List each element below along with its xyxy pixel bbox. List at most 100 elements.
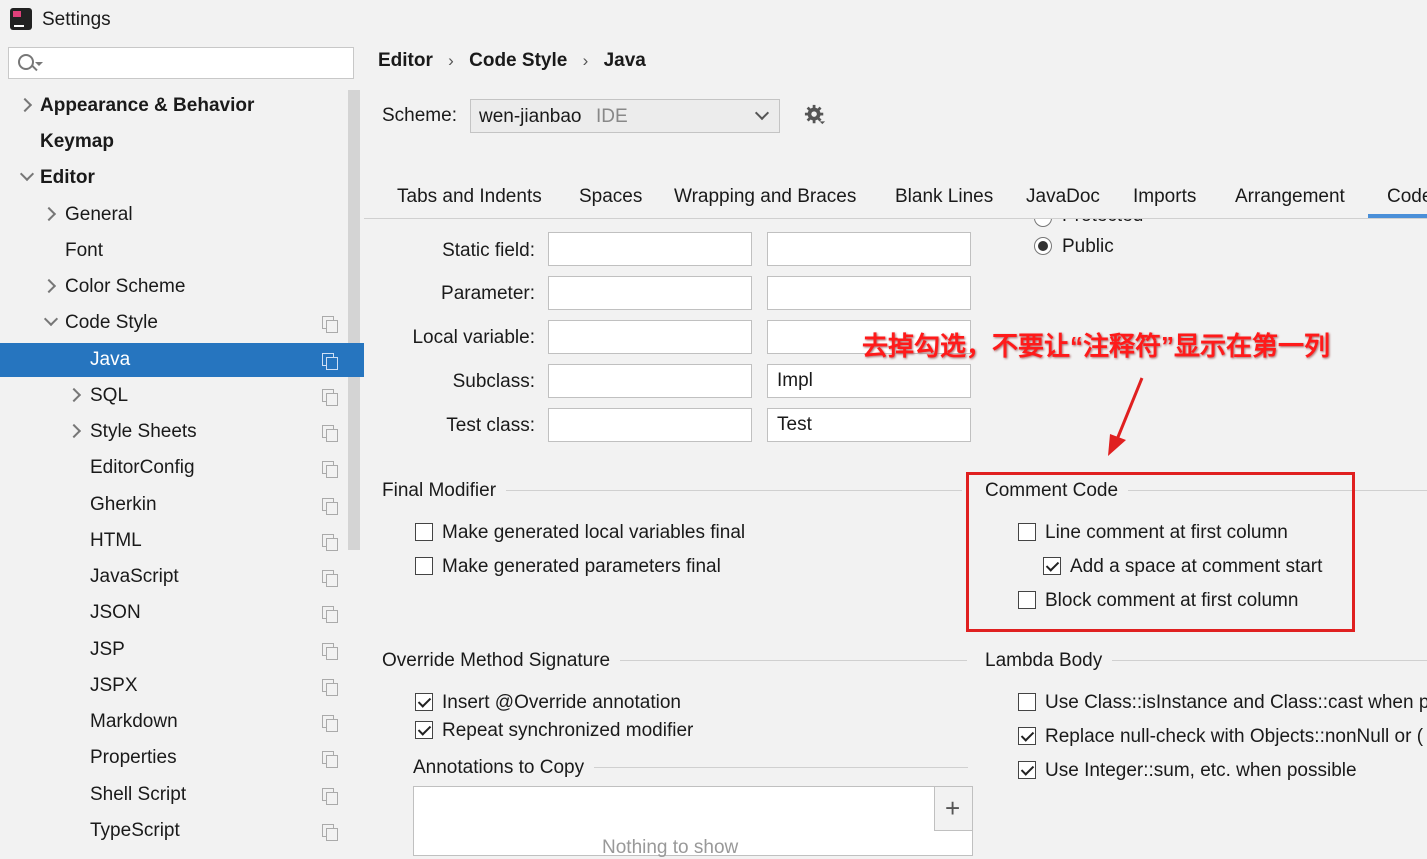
tab-tabs-and-indents[interactable]: Tabs and Indents (397, 186, 542, 208)
final-local-variables-checkbox[interactable] (415, 523, 433, 541)
sidebar-item-editorconfig[interactable]: EditorConfig (0, 451, 348, 485)
add-icon[interactable]: + (945, 793, 960, 823)
sidebar-item-appearance-behavior[interactable]: Appearance & Behavior (0, 89, 348, 123)
scheme-name: wen-jianbao (479, 106, 582, 127)
project-scope-icon (322, 389, 338, 406)
use-integer-sum-label[interactable]: Use Integer::sum, etc. when possible (1045, 760, 1357, 782)
active-tab-indicator (1368, 214, 1427, 218)
final-local-variables-label[interactable]: Make generated local variables final (442, 522, 745, 544)
lambda-body-title: Lambda Body (985, 650, 1113, 672)
project-scope-icon (322, 353, 338, 370)
annotation-highlight-box (966, 472, 1355, 632)
sidebar-item-label: JSPX (90, 675, 138, 696)
tab-spaces[interactable]: Spaces (579, 186, 642, 208)
chevron-down-icon[interactable] (43, 311, 59, 327)
tab-code-generation[interactable]: Code (1387, 186, 1427, 208)
sidebar-item-jsp[interactable]: JSP (0, 633, 348, 667)
sidebar-item-label: TypeScript (90, 820, 180, 841)
test-class-suffix-input[interactable]: Test (767, 408, 971, 442)
scheme-dropdown[interactable]: wen-jianbao IDE (470, 99, 780, 133)
tab-wrapping-and-braces[interactable]: Wrapping and Braces (674, 186, 856, 208)
subclass-prefix-input[interactable] (548, 364, 752, 398)
final-parameters-checkbox[interactable] (415, 557, 433, 575)
tab-blank-lines[interactable]: Blank Lines (895, 186, 993, 208)
insert-override-checkbox[interactable] (415, 693, 433, 711)
sidebar-item-general[interactable]: General (0, 198, 348, 232)
annotations-to-copy-list[interactable]: + Nothing to show (413, 786, 973, 858)
use-isinstance-cast-checkbox[interactable] (1018, 693, 1036, 711)
gear-icon[interactable] (804, 104, 826, 126)
tab-arrangement[interactable]: Arrangement (1235, 186, 1345, 208)
project-scope-icon (322, 498, 338, 515)
sidebar-item-html[interactable]: HTML (0, 524, 348, 558)
final-parameters-label[interactable]: Make generated parameters final (442, 556, 721, 578)
sidebar-item-shell-script[interactable]: Shell Script (0, 778, 348, 812)
sidebar-item-jspx[interactable]: JSPX (0, 669, 348, 703)
parameter-prefix-input[interactable] (548, 276, 752, 310)
sidebar-item-label: JavaScript (90, 566, 179, 587)
sidebar-item-style-sheets[interactable]: Style Sheets (0, 415, 348, 449)
chevron-right-icon[interactable] (66, 423, 82, 439)
breadcrumb-code-style[interactable]: Code Style (469, 50, 567, 71)
chevron-right-icon[interactable] (41, 206, 57, 222)
tab-javadoc[interactable]: JavaDoc (1026, 186, 1100, 208)
public-radio[interactable] (1034, 237, 1052, 255)
settings-search-input[interactable] (8, 47, 354, 79)
local-variable-prefix-input[interactable] (548, 320, 752, 354)
use-integer-sum-checkbox[interactable] (1018, 761, 1036, 779)
scheme-tag: IDE (596, 106, 628, 127)
chevron-right-icon[interactable] (41, 278, 57, 294)
sidebar-item-label: General (65, 204, 133, 225)
sidebar-item-gherkin[interactable]: Gherkin (0, 488, 348, 522)
sidebar-item-keymap[interactable]: Keymap (0, 125, 348, 159)
replace-null-check-checkbox[interactable] (1018, 727, 1036, 745)
sidebar-item-code-style[interactable]: Code Style (0, 306, 348, 340)
chevron-right-icon[interactable] (17, 97, 33, 113)
breadcrumb: Editor › Code Style › Java (378, 50, 656, 72)
sidebar-item-font[interactable]: Font (0, 234, 348, 268)
title-bar: Settings (0, 0, 1427, 40)
tab-imports[interactable]: Imports (1133, 186, 1196, 208)
sidebar-item-label: Style Sheets (90, 421, 197, 442)
test-class-prefix-input[interactable] (548, 408, 752, 442)
repeat-synchronized-label[interactable]: Repeat synchronized modifier (442, 720, 693, 742)
project-scope-icon (322, 679, 338, 696)
sidebar-item-label: Editor (40, 167, 95, 188)
search-history-caret-icon[interactable] (35, 62, 43, 66)
breadcrumb-java: Java (603, 50, 646, 71)
sidebar-item-javascript[interactable]: JavaScript (0, 560, 348, 594)
subclass-suffix-input[interactable]: Impl (767, 364, 971, 398)
public-radio-label: Public (1062, 236, 1114, 257)
sidebar-item-properties[interactable]: Properties (0, 741, 348, 775)
protected-radio-clip: Protected (1030, 219, 1230, 229)
sidebar-item-sql[interactable]: SQL (0, 379, 348, 413)
parameter-suffix-input[interactable] (767, 276, 971, 310)
sidebar-item-label: JSON (90, 602, 141, 623)
replace-null-check-label[interactable]: Replace null-check with Objects::nonNull… (1045, 726, 1423, 748)
protected-radio[interactable] (1034, 219, 1052, 227)
project-scope-icon (322, 425, 338, 442)
project-scope-icon (322, 751, 338, 768)
sidebar-item-java[interactable]: Java (0, 343, 364, 377)
code-style-tabs: Tabs and Indents Spaces Wrapping and Bra… (364, 180, 1427, 219)
sidebar-item-markdown[interactable]: Markdown (0, 705, 348, 739)
breadcrumb-editor[interactable]: Editor (378, 50, 433, 71)
repeat-synchronized-checkbox[interactable] (415, 721, 433, 739)
test-class-label: Test class: (446, 415, 535, 436)
sidebar-item-label: Color Scheme (65, 276, 186, 297)
sidebar-scrollbar[interactable] (348, 90, 360, 550)
static-field-prefix-input[interactable] (548, 232, 752, 266)
use-isinstance-cast-label[interactable]: Use Class::isInstance and Class::cast wh… (1045, 692, 1427, 714)
chevron-down-icon[interactable] (19, 166, 35, 182)
search-icon (18, 54, 34, 70)
static-field-suffix-input[interactable] (767, 232, 971, 266)
project-scope-icon (322, 534, 338, 551)
sidebar-item-editor[interactable]: Editor (0, 161, 348, 195)
chevron-right-icon[interactable] (66, 387, 82, 403)
sidebar-item-label: Properties (90, 747, 177, 768)
insert-override-label[interactable]: Insert @Override annotation (442, 692, 681, 714)
sidebar-item-label: Markdown (90, 711, 178, 732)
sidebar-item-color-scheme[interactable]: Color Scheme (0, 270, 348, 304)
sidebar-item-typescript[interactable]: TypeScript (0, 814, 348, 848)
sidebar-item-json[interactable]: JSON (0, 596, 348, 630)
